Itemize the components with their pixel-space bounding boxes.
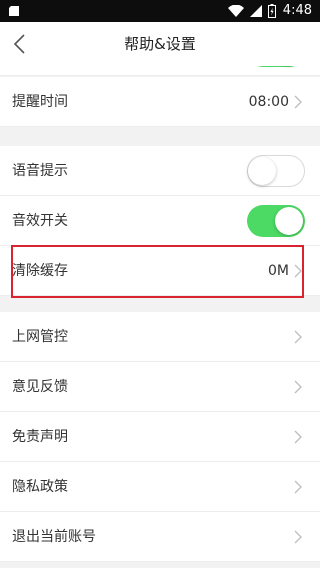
settings-row-privacy-policy[interactable]: 隐私政策	[0, 462, 320, 512]
chevron-right-icon	[294, 380, 302, 394]
settings-row-logout[interactable]: 退出当前账号	[0, 512, 320, 562]
chevron-right-icon	[294, 95, 302, 109]
settings-row-feedback[interactable]: 意见反馈	[0, 362, 320, 412]
chevron-right-icon	[294, 330, 302, 344]
voice-prompt-label: 语音提示	[12, 163, 68, 179]
settings-row-top-toggle	[0, 66, 320, 76]
nav-bar: 帮助&设置	[0, 22, 320, 67]
voice-prompt-toggle[interactable]	[247, 155, 305, 187]
sound-effect-toggle[interactable]	[247, 205, 305, 237]
reminder-time-label: 提醒时间	[12, 94, 68, 110]
toggle-knob	[248, 156, 276, 185]
settings-row-clear-cache[interactable]: 清除缓存 0M	[0, 246, 320, 296]
internet-control-label: 上网管控	[12, 329, 68, 345]
top-toggle[interactable]	[247, 66, 305, 67]
clear-cache-label: 清除缓存	[12, 263, 68, 279]
settings-row-sound-effect: 音效开关	[0, 196, 320, 246]
disclaimer-label: 免责声明	[12, 429, 68, 445]
reminder-time-value: 08:00	[248, 94, 289, 110]
chevron-right-icon	[294, 430, 302, 444]
settings-row-internet-control[interactable]: 上网管控	[0, 312, 320, 362]
page-title: 帮助&设置	[124, 35, 196, 53]
sound-effect-label: 音效开关	[12, 213, 68, 229]
chevron-right-icon	[294, 530, 302, 544]
toggle-knob	[275, 207, 303, 235]
sim-icon	[9, 6, 19, 16]
battery-icon	[268, 4, 276, 18]
chevron-right-icon	[294, 264, 302, 278]
wifi-icon	[228, 5, 244, 17]
settings-row-disclaimer[interactable]: 免责声明	[0, 412, 320, 462]
signal-icon	[250, 5, 262, 17]
status-time: 4:48	[282, 3, 312, 18]
logout-label: 退出当前账号	[12, 529, 96, 545]
feedback-label: 意见反馈	[12, 379, 68, 395]
status-bar: 4:48	[0, 0, 320, 22]
settings-list[interactable]: 提醒时间 08:00 语音提示 音效开关 清除缓存 0M 上网管控 意见反馈 免…	[0, 66, 320, 568]
settings-row-reminder-time[interactable]: 提醒时间 08:00	[0, 77, 320, 127]
chevron-right-icon	[294, 480, 302, 494]
privacy-policy-label: 隐私政策	[12, 479, 68, 495]
status-icons	[228, 4, 276, 18]
cache-size-value: 0M	[268, 263, 289, 279]
settings-row-voice-prompt: 语音提示	[0, 146, 320, 196]
